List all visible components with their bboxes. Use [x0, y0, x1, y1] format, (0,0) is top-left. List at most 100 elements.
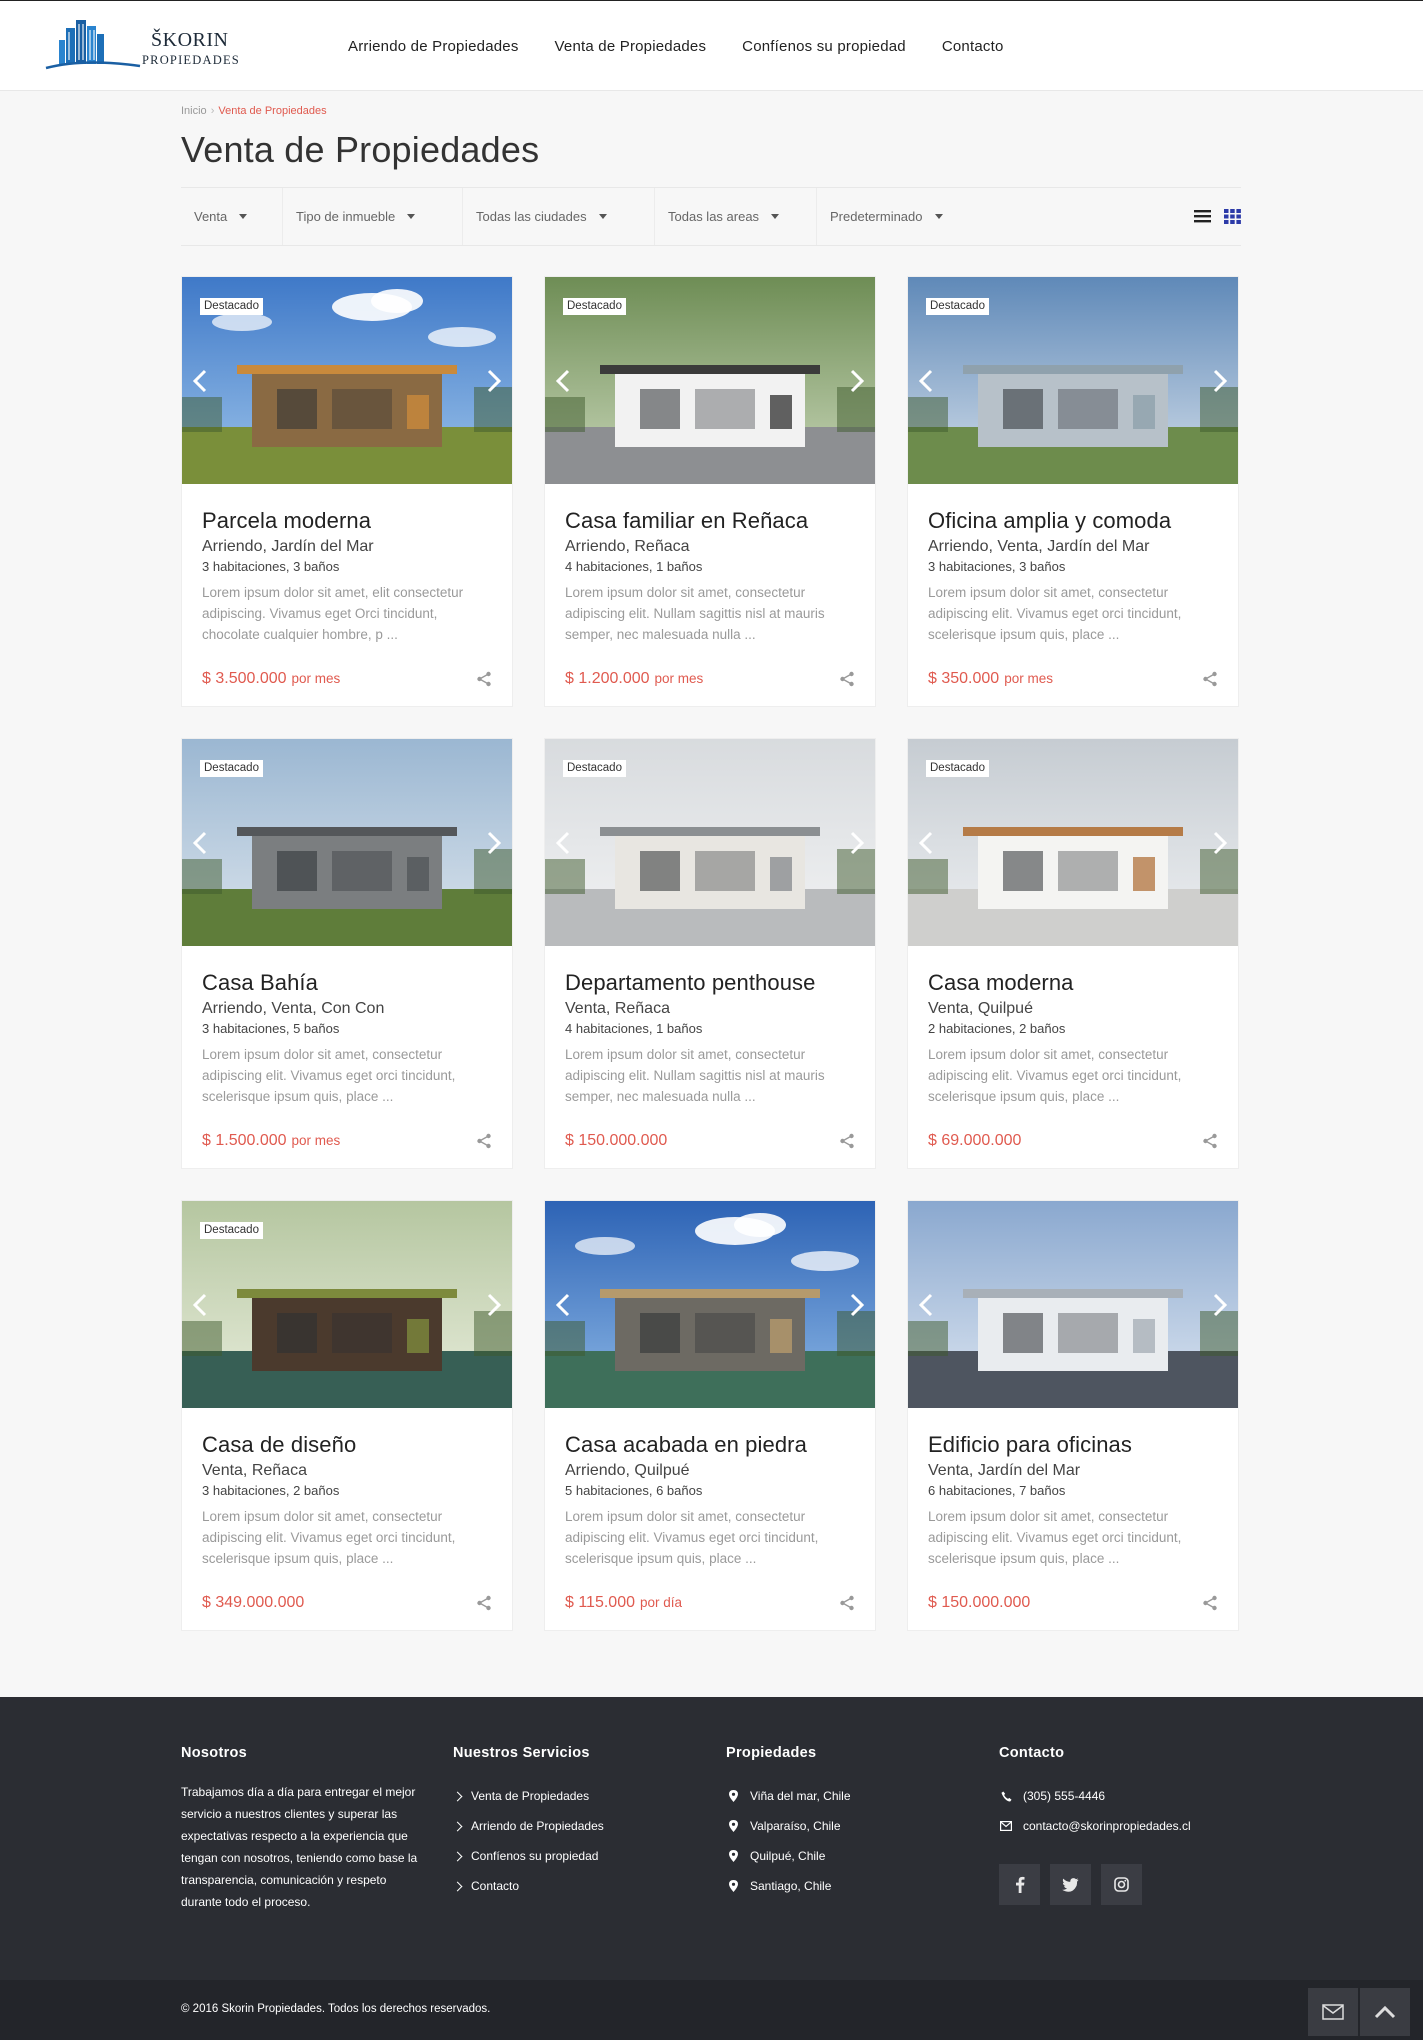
property-title[interactable]: Edificio para oficinas: [928, 1430, 1218, 1460]
share-icon[interactable]: [839, 671, 855, 687]
footer-link-label: Contacto: [471, 1879, 520, 1893]
filter-city-label: Todas las ciudades: [476, 209, 587, 224]
property-image[interactable]: Destacado: [182, 277, 512, 484]
footer-properties-title: Propiedades: [726, 1745, 817, 1761]
chevron-right-icon[interactable]: [1209, 831, 1229, 855]
twitter-icon[interactable]: [1050, 1864, 1091, 1905]
property-description: Lorem ipsum dolor sit amet, consectetur …: [565, 585, 825, 642]
chevron-left-icon[interactable]: [554, 831, 574, 855]
filter-area[interactable]: Todas las areas: [655, 188, 817, 245]
footer-email[interactable]: contacto@skorinpropiedades.cl: [999, 1811, 1191, 1841]
property-rooms: 2 habitaciones, 2 baños: [928, 1021, 1066, 1036]
chevron-left-icon[interactable]: [554, 1293, 574, 1317]
filter-area-label: Todas las areas: [668, 209, 760, 224]
property-image[interactable]: [908, 1201, 1238, 1408]
breadcrumb: Inicio › Venta de Propiedades: [181, 91, 1241, 125]
property-card[interactable]: Destacado Oficina amplia y comoda Arrien…: [907, 276, 1239, 707]
back-to-top-button[interactable]: [1360, 1988, 1410, 2036]
property-location: Venta, Reñaca: [565, 1000, 670, 1017]
property-title[interactable]: Casa familiar en Reñaca: [565, 506, 855, 536]
chevron-left-icon[interactable]: [191, 369, 211, 393]
property-description: Lorem ipsum dolor sit amet, consectetur …: [565, 1047, 825, 1104]
property-card[interactable]: Destacado Casa Bahía Arriendo, Venta, Co…: [181, 738, 513, 1169]
property-image[interactable]: Destacado: [182, 1201, 512, 1408]
copyright: © 2016 Skorin Propiedades. Todos los der…: [181, 2003, 491, 2015]
share-icon[interactable]: [476, 1595, 492, 1611]
nav-venta[interactable]: Venta de Propiedades: [555, 38, 707, 55]
footer-email-text: contacto@skorinpropiedades.cl: [1023, 1819, 1191, 1833]
property-image[interactable]: Destacado: [908, 739, 1238, 946]
chevron-left-icon[interactable]: [191, 831, 211, 855]
property-price-period: por mes: [291, 671, 341, 686]
grid-view-icon[interactable]: [1224, 208, 1241, 224]
property-card[interactable]: Destacado Departamento penthouse Venta, …: [544, 738, 876, 1169]
instagram-icon[interactable]: [1101, 1864, 1142, 1905]
property-location: Arriendo, Quilpué: [565, 1462, 690, 1479]
caret-down-icon: [598, 214, 607, 219]
contact-mail-button[interactable]: [1308, 1988, 1358, 2036]
property-image[interactable]: [545, 1201, 875, 1408]
filter-sort[interactable]: Predeterminado: [817, 188, 959, 245]
property-card[interactable]: Destacado Parcela moderna Arriendo, Jard…: [181, 276, 513, 707]
property-title[interactable]: Oficina amplia y comoda: [928, 506, 1218, 536]
property-price: $ 350.000 por mes: [928, 670, 1053, 688]
list-view-icon[interactable]: [1194, 208, 1211, 224]
nav-confienos[interactable]: Confíenos su propiedad: [742, 38, 906, 55]
property-card[interactable]: Edificio para oficinas Venta, Jardín del…: [907, 1200, 1239, 1631]
footer-link-contacto[interactable]: Contacto: [452, 1871, 604, 1901]
share-icon[interactable]: [1202, 1133, 1218, 1149]
chevron-right-icon[interactable]: [1209, 1293, 1229, 1317]
property-image[interactable]: Destacado: [545, 277, 875, 484]
facebook-icon[interactable]: [999, 1864, 1040, 1905]
footer: Nosotros Trabajamos día a día para entre…: [0, 1697, 1423, 1980]
property-image[interactable]: Destacado: [545, 739, 875, 946]
share-icon[interactable]: [839, 1133, 855, 1149]
footer-link-confienos[interactable]: Confíenos su propiedad: [452, 1841, 604, 1871]
filter-status[interactable]: Venta: [181, 188, 283, 245]
property-title[interactable]: Casa moderna: [928, 968, 1218, 998]
chevron-right-icon[interactable]: [483, 831, 503, 855]
footer-link-arriendo[interactable]: Arriendo de Propiedades: [452, 1811, 604, 1841]
property-title[interactable]: Casa Bahía: [202, 968, 492, 998]
footer-link-label: Confíenos su propiedad: [471, 1849, 599, 1863]
chevron-right-icon[interactable]: [483, 1293, 503, 1317]
chevron-left-icon[interactable]: [554, 369, 574, 393]
nav-arriendo[interactable]: Arriendo de Propiedades: [348, 38, 519, 55]
logo[interactable]: ŠKORIN PROPIEDADES: [44, 18, 244, 78]
property-title[interactable]: Departamento penthouse: [565, 968, 855, 998]
footer-link-label: Arriendo de Propiedades: [471, 1819, 604, 1833]
footer-phone: (305) 555-4446: [999, 1781, 1191, 1811]
chevron-right-icon[interactable]: [1209, 369, 1229, 393]
share-icon[interactable]: [1202, 671, 1218, 687]
chevron-right-icon[interactable]: [846, 369, 866, 393]
share-icon[interactable]: [839, 1595, 855, 1611]
footer-about-text: Trabajamos día a día para entregar el me…: [181, 1785, 418, 1909]
property-image[interactable]: Destacado: [908, 277, 1238, 484]
property-title[interactable]: Parcela moderna: [202, 506, 492, 536]
property-rooms: 3 habitaciones, 5 baños: [202, 1021, 340, 1036]
chevron-left-icon[interactable]: [917, 1293, 937, 1317]
share-icon[interactable]: [476, 671, 492, 687]
footer-link-venta[interactable]: Venta de Propiedades: [452, 1781, 604, 1811]
property-card[interactable]: Destacado Casa moderna Venta, Quilpué 2 …: [907, 738, 1239, 1169]
chevron-right-icon[interactable]: [846, 1293, 866, 1317]
share-icon[interactable]: [1202, 1595, 1218, 1611]
share-icon[interactable]: [476, 1133, 492, 1149]
chevron-right-icon[interactable]: [846, 831, 866, 855]
chevron-left-icon[interactable]: [191, 1293, 211, 1317]
filter-city[interactable]: Todas las ciudades: [463, 188, 655, 245]
property-title[interactable]: Casa acabada en piedra: [565, 1430, 855, 1460]
chevron-left-icon[interactable]: [917, 831, 937, 855]
property-card[interactable]: Casa acabada en piedra Arriendo, Quilpué…: [544, 1200, 876, 1631]
nav-contacto[interactable]: Contacto: [942, 38, 1004, 55]
property-title[interactable]: Casa de diseño: [202, 1430, 492, 1460]
property-rooms: 3 habitaciones, 3 baños: [202, 559, 340, 574]
chevron-right-icon[interactable]: [483, 369, 503, 393]
chevron-left-icon[interactable]: [917, 369, 937, 393]
property-card[interactable]: Destacado Casa de diseño Venta, Reñaca 3…: [181, 1200, 513, 1631]
filter-type[interactable]: Tipo de inmueble: [283, 188, 463, 245]
breadcrumb-separator: ›: [210, 105, 215, 117]
property-card[interactable]: Destacado Casa familiar en Reñaca Arrien…: [544, 276, 876, 707]
property-image[interactable]: Destacado: [182, 739, 512, 946]
breadcrumb-home[interactable]: Inicio: [181, 105, 207, 117]
